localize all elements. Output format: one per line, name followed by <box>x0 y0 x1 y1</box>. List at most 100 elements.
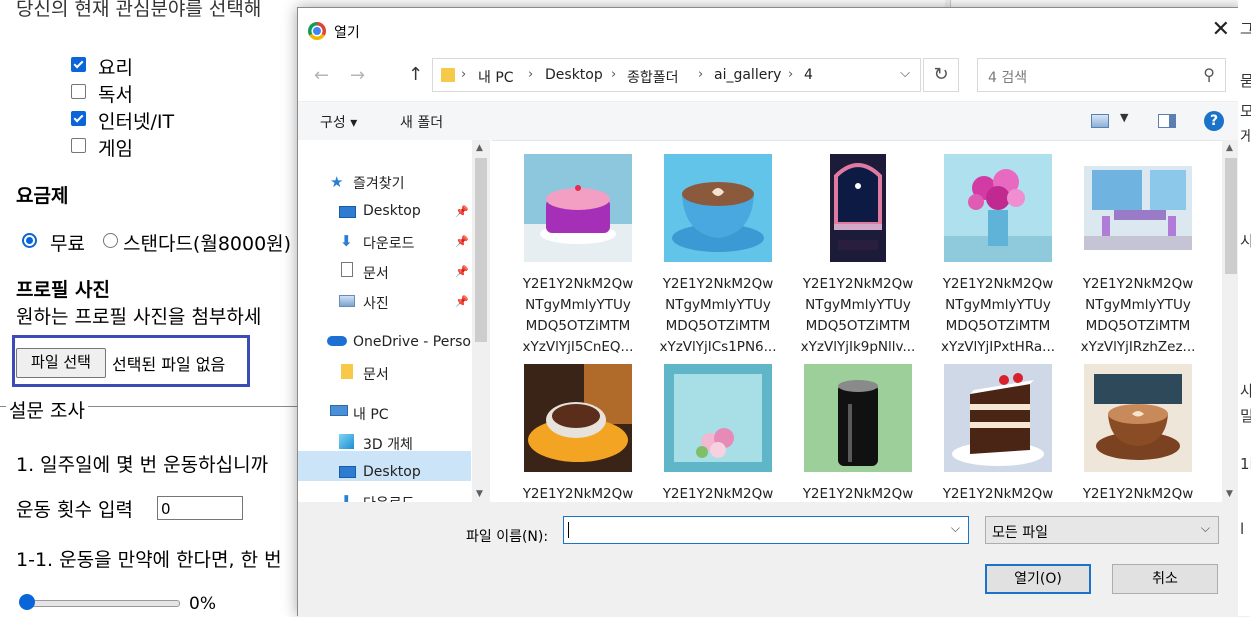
image-thumbnail <box>804 364 912 472</box>
file-name: Y2E1Y2NkM2Qw NTgyMmlyYTUy MDQ5OTZiMTM xYzVl… <box>659 276 777 355</box>
dialog-footer: 파일 이름(N): ⌵ 모든 파일 ⌵ 열기(O) 취소 <box>298 502 1244 617</box>
text-caret <box>568 522 569 538</box>
sidebar-item-onedrive[interactable]: OneDrive - Person <box>353 334 480 350</box>
chevron-down-icon[interactable]: ▼ <box>1120 111 1128 124</box>
checkbox-internet-it[interactable] <box>71 111 86 126</box>
choose-file-button[interactable]: 파일 선택 <box>16 348 106 378</box>
download-icon: ⬇ <box>340 492 353 502</box>
up-arrow-icon[interactable]: ↑ <box>408 64 423 85</box>
preview-pane-icon[interactable] <box>1158 114 1176 128</box>
folder-icon <box>341 364 353 379</box>
checkbox-label: 인터넷/IT <box>98 111 175 133</box>
navigation-scrollbar[interactable]: ▲ ▼ <box>472 140 490 502</box>
organize-menu[interactable]: 구성 ▾ <box>320 112 357 132</box>
close-icon[interactable]: ✕ <box>1212 18 1230 42</box>
radio-standard[interactable] <box>103 233 118 248</box>
chrome-icon <box>308 22 326 40</box>
file-name: Y2E1Y2NkM2Qw <box>662 486 774 502</box>
exercise-count-input[interactable]: 0 <box>157 496 243 520</box>
open-button[interactable]: 열기(O) <box>985 564 1091 594</box>
scrollbar-thumb[interactable] <box>475 158 487 342</box>
view-options-icon[interactable] <box>1091 114 1109 128</box>
new-folder-button[interactable]: 새 폴더 <box>400 112 443 132</box>
breadcrumb-item[interactable]: 종합폴더 <box>627 67 679 87</box>
star-icon: ★ <box>330 173 344 191</box>
file-name: Y2E1Y2NkM2Qw NTgyMmlyYTUy MDQ5OTZiMTM xYzVl… <box>800 276 916 355</box>
sidebar-item-pc-downloads[interactable]: 다운로드 <box>363 493 415 502</box>
file-name: Y2E1Y2NkM2Qw NTgyMmlyYTUy MDQ5OTZiMTM xYzVl… <box>940 276 1056 355</box>
command-bar: 구성 ▾ 새 폴더 ▼ ? <box>298 101 1244 141</box>
sidebar-item-pictures[interactable]: 사진 <box>363 293 389 313</box>
plan-heading: 요금제 <box>16 185 69 207</box>
sidebar-item-3d-objects[interactable]: 3D 개체 <box>363 434 413 454</box>
search-icon: ⚲ <box>1203 65 1215 84</box>
search-input[interactable]: 4 검색 ⚲ <box>977 58 1226 92</box>
breadcrumb-item[interactable]: ai_gallery <box>714 67 781 83</box>
file-name: Y2E1Y2NkM2Qw <box>1082 486 1194 502</box>
photo-heading: 프로필 사진 <box>16 279 111 301</box>
scroll-up-icon[interactable]: ▲ <box>1226 143 1233 153</box>
chevron-down-icon: ⌵ <box>1200 521 1210 535</box>
pc-icon <box>330 405 348 416</box>
slider-thumb[interactable] <box>19 594 35 610</box>
breadcrumb-item[interactable]: 내 PC <box>478 67 514 87</box>
chevron-right-icon: › <box>788 67 794 82</box>
document-icon <box>341 262 353 277</box>
download-icon: ⬇ <box>340 232 353 250</box>
file-type-select[interactable]: 모든 파일 ⌵ <box>985 516 1219 544</box>
sidebar-item-onedrive-documents[interactable]: 문서 <box>363 364 389 384</box>
filename-input[interactable]: ⌵ <box>563 516 969 544</box>
file-type-value: 모든 파일 <box>992 525 1048 541</box>
breadcrumb-item[interactable]: Desktop <box>545 67 603 83</box>
checkbox-label: 독서 <box>98 84 133 106</box>
checkbox-label: 요리 <box>98 57 133 79</box>
chevron-down-icon[interactable]: ⌵ <box>900 66 910 81</box>
checkbox-games[interactable] <box>71 138 86 153</box>
cloud-icon <box>327 336 347 346</box>
breadcrumb-item[interactable]: 4 <box>804 67 813 83</box>
question-1: 1. 일주일에 몇 번 운동하십니까 <box>16 454 269 476</box>
back-arrow-icon[interactable]: ← <box>314 65 329 86</box>
scroll-up-icon[interactable]: ▲ <box>476 143 483 153</box>
address-bar[interactable]: › 내 PC › Desktop › 종합폴더 › ai_gallery › 4… <box>432 58 921 92</box>
scroll-down-icon[interactable]: ▼ <box>476 489 483 499</box>
scrollbar-thumb[interactable] <box>1225 158 1237 274</box>
checkbox-reading[interactable] <box>71 84 86 99</box>
forward-arrow-icon[interactable]: → <box>350 65 365 86</box>
chevron-right-icon: › <box>528 67 534 82</box>
file-name: Y2E1Y2NkM2Qw <box>942 486 1054 502</box>
checkbox-label: 게임 <box>98 138 133 160</box>
interest-question: 당신의 현재 관심분야를 선택해 <box>16 0 262 20</box>
exercise-count-label: 운동 횟수 입력 <box>16 499 133 521</box>
cancel-button[interactable]: 취소 <box>1112 564 1218 594</box>
sidebar-item-favorites[interactable]: 즐겨찾기 <box>353 173 405 193</box>
image-thumbnail <box>524 364 632 472</box>
checkbox-cooking[interactable] <box>71 57 86 72</box>
sidebar-item-pc-desktop[interactable]: Desktop <box>363 464 421 480</box>
file-status: 선택된 파일 없음 <box>112 355 226 374</box>
file-list-view: Y2E1Y2NkM2Qw NTgyMmlyYTUy MDQ5OTZiMTM xYzVl… <box>492 140 1222 502</box>
pin-icon: 📌 <box>455 295 469 308</box>
pin-icon: 📌 <box>455 205 469 218</box>
dialog-title: 열기 <box>334 25 360 41</box>
search-placeholder: 4 검색 <box>988 70 1028 86</box>
image-thumbnail <box>664 154 772 262</box>
radio-free[interactable] <box>22 233 37 248</box>
folder-icon <box>441 68 455 82</box>
exercise-slider[interactable] <box>22 600 180 607</box>
sidebar-item-desktop[interactable]: Desktop <box>363 203 421 219</box>
file-name: Y2E1Y2NkM2Qw <box>802 486 914 502</box>
image-thumbnail <box>524 154 632 262</box>
chevron-down-icon[interactable]: ⌵ <box>951 521 960 536</box>
scroll-down-icon[interactable]: ▼ <box>1226 489 1233 499</box>
photo-description: 원하는 프로필 사진을 첨부하세 <box>16 306 262 328</box>
background-window-text-strip: 그묻모 게시사 밀1il <box>1238 0 1251 616</box>
sidebar-item-this-pc[interactable]: 내 PC <box>353 404 389 424</box>
desktop-icon <box>339 466 356 478</box>
refresh-button[interactable]: ↻ <box>923 58 959 92</box>
sidebar-item-documents[interactable]: 문서 <box>363 263 389 283</box>
help-icon[interactable]: ? <box>1204 111 1224 131</box>
file-open-dialog: 열기 ✕ ← → ↑ › 내 PC › Desktop › 종합폴더 › ai_… <box>297 7 1245 617</box>
sidebar-item-downloads[interactable]: 다운로드 <box>363 233 415 253</box>
question-1-1: 1-1. 운동을 만약에 한다면, 한 번 <box>16 549 282 571</box>
